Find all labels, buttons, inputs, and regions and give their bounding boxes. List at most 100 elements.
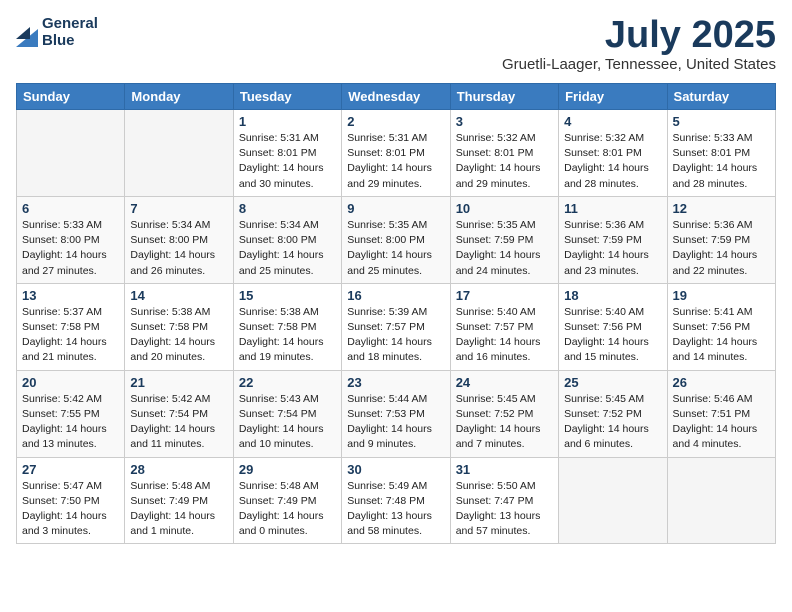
table-row: 15 Sunrise: 5:38 AMSunset: 7:58 PMDayligh… [233, 283, 341, 370]
table-row: 26 Sunrise: 5:46 AMSunset: 7:51 PMDayligh… [667, 370, 775, 457]
table-row: 12Sunrise: 5:36 AMSunset: 7:59 PMDayligh… [667, 196, 775, 283]
table-row [125, 110, 233, 197]
day-number: 11 [564, 201, 661, 216]
day-detail: Sunrise: 5:34 AMSunset: 8:00 PMDaylight:… [130, 218, 227, 279]
day-detail: Sunrise: 5:41 AMSunset: 7:56 PMDaylight:… [673, 305, 770, 366]
table-row: 29 Sunrise: 5:48 AMSunset: 7:49 PMDayligh… [233, 457, 341, 544]
day-number: 3 [456, 114, 553, 129]
calendar-week-row: 27 Sunrise: 5:47 AMSunset: 7:50 PMDayligh… [17, 457, 776, 544]
table-row: 10 Sunrise: 5:35 AMSunset: 7:59 PMDayligh… [450, 196, 558, 283]
day-number: 31 [456, 462, 553, 477]
table-row: 25Sunrise: 5:45 AMSunset: 7:52 PMDayligh… [559, 370, 667, 457]
day-detail: Sunrise: 5:45 AMSunset: 7:52 PMDaylight:… [456, 392, 553, 453]
day-detail: Sunrise: 5:32 AMSunset: 8:01 PMDaylight:… [456, 131, 553, 192]
col-monday: Monday [125, 84, 233, 110]
day-detail: Sunrise: 5:31 AMSunset: 8:01 PMDaylight:… [239, 131, 336, 192]
day-detail: Sunrise: 5:47 AMSunset: 7:50 PMDaylight:… [22, 479, 119, 540]
day-number: 26 [673, 375, 770, 390]
table-row: 3 Sunrise: 5:32 AMSunset: 8:01 PMDaylight… [450, 110, 558, 197]
day-detail: Sunrise: 5:39 AMSunset: 7:57 PMDaylight:… [347, 305, 444, 366]
day-detail: Sunrise: 5:49 AMSunset: 7:48 PMDaylight:… [347, 479, 444, 540]
table-row: 28Sunrise: 5:48 AMSunset: 7:49 PMDayligh… [125, 457, 233, 544]
title-block: July 2025 Gruetli-Laager, Tennessee, Uni… [502, 16, 776, 73]
day-detail: Sunrise: 5:40 AMSunset: 7:57 PMDaylight:… [456, 305, 553, 366]
col-wednesday: Wednesday [342, 84, 450, 110]
day-number: 16 [347, 288, 444, 303]
table-row: 20 Sunrise: 5:42 AMSunset: 7:55 PMDayligh… [17, 370, 125, 457]
table-row: 30 Sunrise: 5:49 AMSunset: 7:48 PMDayligh… [342, 457, 450, 544]
table-row: 23 Sunrise: 5:44 AMSunset: 7:53 PMDayligh… [342, 370, 450, 457]
table-row [17, 110, 125, 197]
day-detail: Sunrise: 5:34 AMSunset: 8:00 PMDaylight:… [239, 218, 336, 279]
day-number: 27 [22, 462, 119, 477]
day-number: 6 [22, 201, 119, 216]
day-detail: Sunrise: 5:33 AMSunset: 8:01 PMDaylight:… [673, 131, 770, 192]
table-row: 16 Sunrise: 5:39 AMSunset: 7:57 PMDayligh… [342, 283, 450, 370]
day-detail: Sunrise: 5:37 AMSunset: 7:58 PMDaylight:… [22, 305, 119, 366]
day-number: 19 [673, 288, 770, 303]
table-row: 2 Sunrise: 5:31 AMSunset: 8:01 PMDaylight… [342, 110, 450, 197]
day-number: 9 [347, 201, 444, 216]
day-number: 12 [673, 201, 770, 216]
logo-icon [16, 19, 38, 47]
table-row: 19 Sunrise: 5:41 AMSunset: 7:56 PMDayligh… [667, 283, 775, 370]
day-detail: Sunrise: 5:48 AMSunset: 7:49 PMDaylight:… [239, 479, 336, 540]
col-friday: Friday [559, 84, 667, 110]
day-number: 29 [239, 462, 336, 477]
table-row: 17 Sunrise: 5:40 AMSunset: 7:57 PMDayligh… [450, 283, 558, 370]
col-thursday: Thursday [450, 84, 558, 110]
day-number: 22 [239, 375, 336, 390]
table-row: 24 Sunrise: 5:45 AMSunset: 7:52 PMDayligh… [450, 370, 558, 457]
day-detail: Sunrise: 5:40 AMSunset: 7:56 PMDaylight:… [564, 305, 661, 366]
day-detail: Sunrise: 5:42 AMSunset: 7:55 PMDaylight:… [22, 392, 119, 453]
table-row [559, 457, 667, 544]
day-number: 28 [130, 462, 227, 477]
day-number: 8 [239, 201, 336, 216]
location-title: Gruetli-Laager, Tennessee, United States [502, 56, 776, 73]
col-saturday: Saturday [667, 84, 775, 110]
day-detail: Sunrise: 5:31 AMSunset: 8:01 PMDaylight:… [347, 131, 444, 192]
day-number: 7 [130, 201, 227, 216]
table-row: 7 Sunrise: 5:34 AMSunset: 8:00 PMDaylight… [125, 196, 233, 283]
day-number: 30 [347, 462, 444, 477]
day-number: 21 [130, 375, 227, 390]
day-number: 4 [564, 114, 661, 129]
calendar-week-row: 13 Sunrise: 5:37 AMSunset: 7:58 PMDayligh… [17, 283, 776, 370]
day-number: 24 [456, 375, 553, 390]
day-detail: Sunrise: 5:35 AMSunset: 8:00 PMDaylight:… [347, 218, 444, 279]
day-number: 10 [456, 201, 553, 216]
table-row: 27 Sunrise: 5:47 AMSunset: 7:50 PMDayligh… [17, 457, 125, 544]
day-number: 1 [239, 114, 336, 129]
table-row: 11 Sunrise: 5:36 AMSunset: 7:59 PMDayligh… [559, 196, 667, 283]
table-row: 6 Sunrise: 5:33 AMSunset: 8:00 PMDaylight… [17, 196, 125, 283]
day-detail: Sunrise: 5:44 AMSunset: 7:53 PMDaylight:… [347, 392, 444, 453]
day-detail: Sunrise: 5:33 AMSunset: 8:00 PMDaylight:… [22, 218, 119, 279]
table-row: 1 Sunrise: 5:31 AMSunset: 8:01 PMDaylight… [233, 110, 341, 197]
day-detail: Sunrise: 5:35 AMSunset: 7:59 PMDaylight:… [456, 218, 553, 279]
table-row: 4Sunrise: 5:32 AMSunset: 8:01 PMDaylight… [559, 110, 667, 197]
day-detail: Sunrise: 5:38 AMSunset: 7:58 PMDaylight:… [130, 305, 227, 366]
day-number: 13 [22, 288, 119, 303]
logo-text: General Blue [42, 16, 98, 49]
day-detail: Sunrise: 5:46 AMSunset: 7:51 PMDaylight:… [673, 392, 770, 453]
table-row: 14 Sunrise: 5:38 AMSunset: 7:58 PMDayligh… [125, 283, 233, 370]
table-row: 31 Sunrise: 5:50 AMSunset: 7:47 PMDayligh… [450, 457, 558, 544]
table-row: 13 Sunrise: 5:37 AMSunset: 7:58 PMDayligh… [17, 283, 125, 370]
day-number: 14 [130, 288, 227, 303]
day-number: 23 [347, 375, 444, 390]
day-number: 17 [456, 288, 553, 303]
day-number: 20 [22, 375, 119, 390]
day-detail: Sunrise: 5:43 AMSunset: 7:54 PMDaylight:… [239, 392, 336, 453]
calendar-week-row: 20 Sunrise: 5:42 AMSunset: 7:55 PMDayligh… [17, 370, 776, 457]
table-row [667, 457, 775, 544]
day-detail: Sunrise: 5:50 AMSunset: 7:47 PMDaylight:… [456, 479, 553, 540]
day-detail: Sunrise: 5:36 AMSunset: 7:59 PMDaylight:… [564, 218, 661, 279]
day-detail: Sunrise: 5:38 AMSunset: 7:58 PMDaylight:… [239, 305, 336, 366]
calendar-week-row: 1 Sunrise: 5:31 AMSunset: 8:01 PMDaylight… [17, 110, 776, 197]
month-title: July 2025 [502, 16, 776, 54]
day-number: 15 [239, 288, 336, 303]
day-number: 2 [347, 114, 444, 129]
day-detail: Sunrise: 5:42 AMSunset: 7:54 PMDaylight:… [130, 392, 227, 453]
calendar-table: Sunday Monday Tuesday Wednesday Thursday… [16, 83, 776, 544]
table-row: 8 Sunrise: 5:34 AMSunset: 8:00 PMDaylight… [233, 196, 341, 283]
